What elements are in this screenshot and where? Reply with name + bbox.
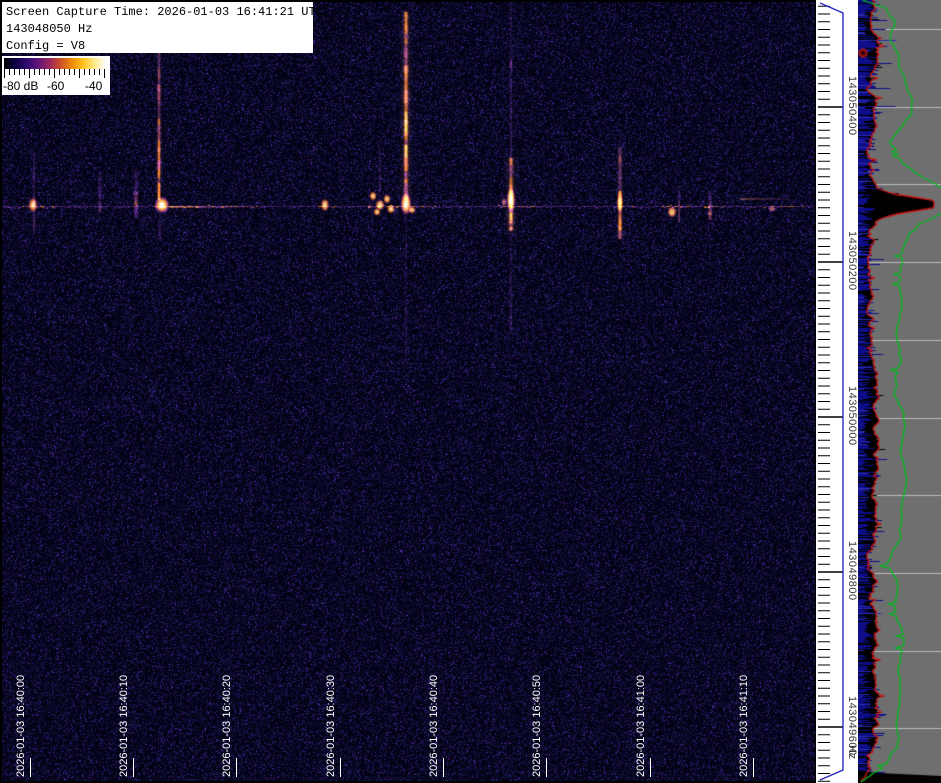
freq-axis-unit-label: Hz [846,745,858,760]
color-scale-legend: -80 dB -60 -40 [2,56,110,95]
color-scale-label: -40 [85,79,103,93]
time-axis-tick [133,758,134,777]
capture-time-text: Screen Capture Time: 2026-01-03 16:41:21… [6,5,323,19]
center-frequency-text: 143048050 Hz [6,22,93,36]
time-axis-label: 2026-01-03 16:40:00 [15,674,27,777]
time-axis-tick [340,758,341,777]
time-axis-label: 2026-01-03 16:40:50 [531,674,543,777]
time-axis-label: 2026-01-03 16:40:30 [325,674,337,777]
spectrum-graph-panel[interactable] [858,0,941,783]
spectrogram-waterfall[interactable] [2,2,815,781]
time-axis-label: 2026-01-03 16:40:10 [118,674,130,777]
color-scale-label: -60 [47,79,65,93]
freq-axis-label: 143049800 [846,541,858,601]
time-axis-tick [650,758,651,777]
time-axis-tick [30,758,31,777]
config-text: Config = V8 [6,39,86,53]
time-axis-label: 2026-01-03 16:40:20 [221,674,233,777]
time-axis-tick [546,758,547,777]
time-axis-tick [236,758,237,777]
time-axis-tick [443,758,444,777]
color-gradient-bar [4,58,106,69]
color-scale-label: -80 dB [3,79,39,93]
capture-info-box: Screen Capture Time: 2026-01-03 16:41:21… [2,2,323,53]
color-scale-ticks [4,69,105,78]
time-axis-tick [753,758,754,777]
freq-axis-label: 143050200 [846,231,858,291]
freq-axis-label: 143050400 [846,76,858,136]
time-axis-label: 2026-01-03 16:40:40 [428,674,440,777]
freq-axis-label: 143050000 [846,386,858,446]
spectrum-lab-screen: 143050400 143050200 143050000 143049800 1430… [0,0,941,783]
time-axis-label: 2026-01-03 16:41:10 [738,674,750,777]
time-axis-label: 2026-01-03 16:41:00 [635,674,647,777]
